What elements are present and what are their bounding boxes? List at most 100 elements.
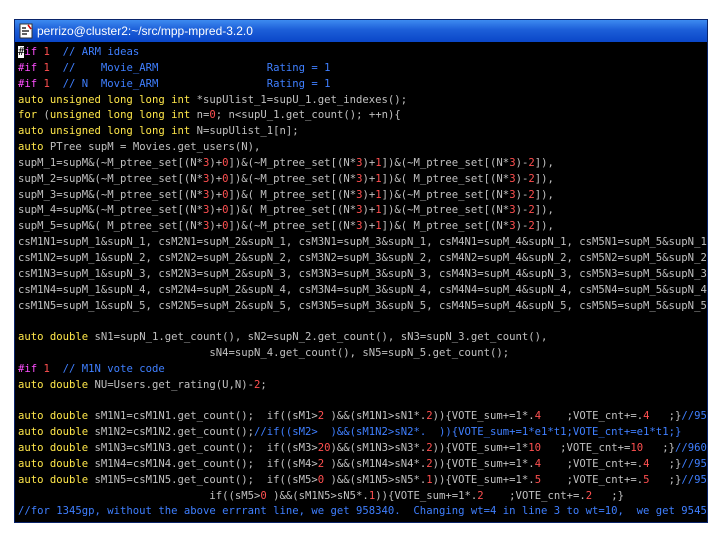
code-token: *supUlist_1=supU_1.get_indexes(); <box>196 93 408 106</box>
terminal-line: supM_2=supM&(~M_ptree_set[(N*3)+0])&(~M_… <box>18 172 707 188</box>
code-token: for <box>18 109 44 122</box>
code-token: ])&(~M_ptree_set[(N* <box>228 172 357 185</box>
code-token: )+ <box>362 220 376 233</box>
code-token: ]), <box>534 204 554 217</box>
code-token: double <box>49 426 95 439</box>
code-token: )+ <box>362 172 376 185</box>
terminal-line: auto PTree supM = Movies.get_users(N), <box>18 140 707 156</box>
code-token: )){VOTE_sum+=1*. <box>432 410 535 423</box>
code-token: ;} <box>592 489 625 502</box>
code-token: double <box>49 473 95 486</box>
code-token: )+ <box>362 204 376 217</box>
code-token: )&&(sM1N4>sN4*. <box>324 457 427 470</box>
code-token: )+ <box>209 172 223 185</box>
code-token: sM1N5=csM1N5.get_count(); if((sM5> <box>94 473 318 486</box>
terminal-line: supM_1=supM&(~M_ptree_set[(N*3)+0])&(~M_… <box>18 156 707 172</box>
code-token: )+ <box>209 156 223 169</box>
code-token: ;VOTE_cnt+=. <box>541 457 644 470</box>
code-token: )){VOTE_sum+=1* <box>432 442 529 455</box>
code-token: unsigned long long int <box>49 109 197 122</box>
code-token: csM1N1=supM_1&supN_1, csM2N1=supM_2&supN… <box>18 236 708 249</box>
code-token: sM1N2=csM1N2.get_count(); <box>94 426 254 439</box>
code-token: double <box>49 410 95 423</box>
code-token: )+ <box>209 188 223 201</box>
code-token: supM_4=supM&(~M_ptree_set[(N* <box>18 204 203 217</box>
code-token: ;} <box>649 410 682 423</box>
code-token: double <box>49 378 95 391</box>
code-token: 20 <box>317 442 331 455</box>
code-token: auto <box>18 93 50 106</box>
code-token: //953624 <box>681 410 707 423</box>
code-token: PTree <box>49 141 89 154</box>
code-token: #if <box>18 61 44 74</box>
code-token: )+ <box>362 156 376 169</box>
code-token: sN4=supN_4.get_count(), sN5=supN_5.get_c… <box>18 347 510 360</box>
terminal-line: csM1N4=supM_1&supN_4, csM2N4=supM_2&supN… <box>18 283 707 299</box>
terminal-line: supM_3=supM&(~M_ptree_set[(N*3)+0])&( M_… <box>18 188 707 204</box>
terminal-line: auto unsigned long long int *supUlist_1=… <box>18 93 707 109</box>
code-token: csM1N3=supM_1&supN_3, csM2N3=supM_2&supN… <box>18 267 708 280</box>
code-token: 10 <box>528 442 542 455</box>
code-token: ])&( M_ptree_set[(N* <box>381 220 510 233</box>
code-token: if((sM5> <box>18 489 261 502</box>
code-token: )&&(sM1N3>sN3*. <box>330 442 427 455</box>
code-token: )&&(sM1N5>sN5*. <box>324 473 427 486</box>
terminal-line: auto double NU=Users.get_rating(U,N)-2; <box>18 378 707 394</box>
code-token: auto <box>18 442 50 455</box>
code-token: )- <box>515 156 529 169</box>
terminal-line: auto double sM1N1=csM1N1.get_count(); if… <box>18 409 707 425</box>
terminal-line: auto double sM1N5=csM1N5.get_count(); if… <box>18 473 707 489</box>
code-token: )){VOTE_sum+=1*. <box>375 489 478 502</box>
code-token: ;VOTE_cnt+=. <box>541 473 644 486</box>
code-token: ]), <box>534 172 554 185</box>
code-token: )){VOTE_sum+=1*. <box>432 473 535 486</box>
code-token: // Movie_ARM Rating = 1 <box>49 61 331 74</box>
terminal-line: #if 1 // ARM ideas <box>18 45 707 61</box>
code-token: supM_1=supM&(~M_ptree_set[(N* <box>18 156 203 169</box>
code-token: ;} <box>649 457 682 470</box>
terminal-line: supM_4=supM&(~M_ptree_set[(N*3)+0])&( M_… <box>18 203 707 219</box>
terminal-content[interactable]: #if 1 // ARM ideas #if 1 // Movie_ARM Rat… <box>15 42 708 522</box>
code-token: ;VOTE_cnt+=. <box>483 489 586 502</box>
code-token: // M1N vote code <box>49 362 165 375</box>
code-token: csM1N2=supM_1&supN_2, csM2N2=supM_2&supN… <box>18 251 708 264</box>
code-token: // ARM ideas <box>49 46 140 58</box>
code-token: double <box>49 442 95 455</box>
code-token: supM_2=supM&(~M_ptree_set[(N* <box>18 172 203 185</box>
code-token: auto <box>18 331 50 344</box>
code-token: ; n<supU_1.get_count(); ++n){ <box>215 109 401 122</box>
code-token: sM1N4=csM1N4.get_count(); if((sM4> <box>94 457 318 470</box>
code-token: supM_5=supM&( M_ptree_set[(N* <box>18 220 203 233</box>
code-token: //954760 <box>681 473 707 486</box>
code-token: if <box>24 46 44 58</box>
terminal-line: auto double sN1=supN_1.get_count(), sN2=… <box>18 330 707 346</box>
code-token: )+ <box>209 220 223 233</box>
code-token: ])&(~M_ptree_set[(N* <box>228 156 357 169</box>
code-token: csM1N4=supM_1&supN_4, csM2N4=supM_2&supN… <box>18 283 708 296</box>
code-token: N=supUlist_1[n]; <box>196 125 299 138</box>
code-token: //959443 <box>681 457 707 470</box>
code-token: )- <box>515 220 529 233</box>
code-token: 10 <box>630 442 644 455</box>
code-token: )){VOTE_sum+=1*. <box>432 457 535 470</box>
code-token: sN1=supN_1.get_count(), sN2=supN_2.get_c… <box>94 331 548 344</box>
terminal-window: perrizo@cluster2:~/src/mpp-mpred-3.2.0 #… <box>14 19 708 523</box>
terminal-line: csM1N3=supM_1&supN_3, csM2N3=supM_2&supN… <box>18 267 707 283</box>
code-token: sM1N3=csM1N3.get_count(); if((sM3> <box>94 442 318 455</box>
code-token: sM1N1=csM1N1.get_count(); if((sM1> <box>94 410 318 423</box>
code-token: //if((sM2> )&&(sM1N2>sN2*. )){VOTE_sum+=… <box>254 426 682 439</box>
code-token: ])&( M_ptree_set[(N* <box>381 172 510 185</box>
terminal-icon <box>19 23 33 39</box>
code-token: #if <box>18 77 44 90</box>
code-token: ;VOTE_cnt+= <box>541 442 631 455</box>
terminal-line: auto double sM1N2=csM1N2.get_count();//i… <box>18 425 707 441</box>
window-titlebar[interactable]: perrizo@cluster2:~/src/mpp-mpred-3.2.0 <box>15 20 707 42</box>
code-token: ]), <box>534 188 554 201</box>
code-token: unsigned long long int <box>49 125 197 138</box>
terminal-line: auto double sM1N4=csM1N4.get_count(); if… <box>18 457 707 473</box>
code-token: )- <box>515 204 529 217</box>
code-token: ; <box>260 378 267 391</box>
code-token: auto <box>18 473 50 486</box>
code-token: ]), <box>534 156 554 169</box>
code-token: csM1N5=supM_1&supN_5, csM2N5=supM_2&supN… <box>18 299 708 312</box>
